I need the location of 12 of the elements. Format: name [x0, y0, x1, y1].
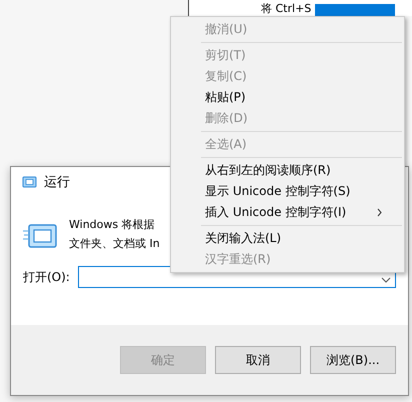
dialog-button[interactable]: 浏览(B)...: [310, 346, 396, 374]
dialog-button[interactable]: 取消: [215, 346, 301, 374]
document-text: 将 Ctrl+S: [261, 2, 312, 16]
menu-item[interactable]: 关闭输入法(L): [171, 228, 404, 249]
description-text: 文件夹、文档或 In: [69, 236, 160, 252]
open-label: 打开(O):: [23, 268, 70, 286]
description-text: Windows 将根据: [69, 217, 156, 233]
menu-item[interactable]: 从右到左的阅读顺序(R): [171, 160, 404, 181]
menu-item[interactable]: 显示 Unicode 控制字符(S): [171, 181, 404, 202]
window-title: 运行: [44, 174, 70, 191]
menu-item[interactable]: 插入 Unicode 控制字符(I): [171, 202, 404, 223]
menu-item[interactable]: 粘贴(P): [171, 87, 404, 108]
